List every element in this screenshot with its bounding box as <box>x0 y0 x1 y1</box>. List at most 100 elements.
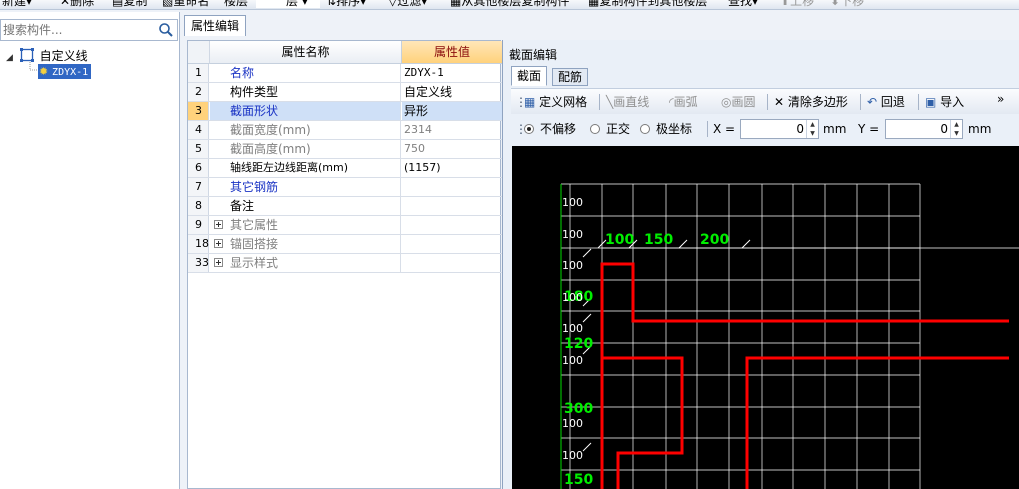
undo-button[interactable]: ↶ 回退 <box>867 94 905 110</box>
rename-icon: ▧ <box>162 0 174 8</box>
clear-x-icon: ✕ <box>774 95 785 109</box>
section-drawing-canvas[interactable]: 100 150 200 180 120 300 150 100 100 100 … <box>512 146 1019 489</box>
grid-icon: ▦ <box>524 95 536 109</box>
move-up-button[interactable]: ⬆上移 <box>780 0 814 8</box>
grid-row-section-width[interactable]: 4 截面宽度(mm) 2314 <box>188 121 502 140</box>
radio-no-offset[interactable]: 不偏移 <box>524 121 576 137</box>
new-button[interactable]: 新建▾ <box>2 0 32 8</box>
grid-row-name[interactable]: 1 名称 ZDYX-1 <box>188 64 502 83</box>
grid-row-section-height[interactable]: 5 截面高度(mm) 750 <box>188 140 502 159</box>
row-name: 其它属性 <box>230 218 279 232</box>
rename-button[interactable]: ▧重命名 <box>162 0 209 8</box>
search-box <box>0 19 178 41</box>
import-icon: ▣ <box>925 95 937 109</box>
move-down-button[interactable]: ⬇下移 <box>830 0 864 8</box>
row-value[interactable]: 自定义线 <box>402 83 502 101</box>
left-dim-label: 150 <box>564 472 593 488</box>
top-dim-label: 150 <box>644 232 673 248</box>
delete-button[interactable]: ✕删除 <box>60 0 94 8</box>
grid-row-axis-offset[interactable]: 6 轴线距左边线距离(mm) (1157) <box>188 159 502 178</box>
define-grid-label: 定义网格 <box>539 95 588 109</box>
section-outline <box>600 262 1009 489</box>
y-coordinate-input[interactable]: 0 ▲ ▼ <box>885 119 963 139</box>
filter-button-label: 过滤 <box>397 0 422 8</box>
row-number: 6 <box>188 159 209 177</box>
grid-row-section-shape-selected[interactable]: 3 截面形状 异形 <box>188 102 502 121</box>
x-coordinate-input[interactable]: 0 ▲ ▼ <box>740 119 819 139</box>
import-button[interactable]: ▣ 导入 <box>925 94 964 110</box>
expand-icon[interactable] <box>214 220 223 229</box>
row-number: 4 <box>188 121 209 139</box>
coordinate-toolbar: ⋮ 不偏移 正交 极坐标 X = 0 ▲ ▼ mm Y = 0 ▲ ▼ mm <box>511 116 1019 142</box>
tab-property-edit[interactable]: 属性编辑 <box>184 15 247 36</box>
row-value[interactable]: (1157) <box>402 159 502 177</box>
toolbar-separator <box>860 94 861 110</box>
x-label: X = <box>713 122 736 136</box>
grid-row-remark[interactable]: 8 备注 <box>188 197 502 216</box>
tick-marks <box>582 239 751 452</box>
row-value[interactable] <box>402 197 502 215</box>
grid-row-other-properties[interactable]: 9 其它属性 <box>188 216 502 235</box>
search-input[interactable] <box>3 22 153 38</box>
filter-button[interactable]: ▽过滤▾ <box>388 0 427 8</box>
draw-circle-button[interactable]: ◎画圆 <box>721 94 756 110</box>
toolbar-overflow-button[interactable]: » <box>997 91 1004 107</box>
filter-icon: ▽ <box>388 0 398 8</box>
row-name-cell: 显示样式 <box>210 254 401 272</box>
clear-polygon-button[interactable]: ✕ 清除多边形 <box>774 94 848 110</box>
radio-polar[interactable]: 极坐标 <box>640 121 692 137</box>
expand-icon[interactable] <box>214 239 223 248</box>
toolbar-separator <box>707 121 708 137</box>
top-dim-label: 200 <box>700 232 729 248</box>
row-value[interactable] <box>402 178 502 196</box>
row-value[interactable]: 异形 <box>402 102 502 120</box>
row-value <box>402 216 502 234</box>
grid-row-other-rebar[interactable]: 7 其它钢筋 <box>188 178 502 197</box>
radio-orthogonal[interactable]: 正交 <box>590 121 630 137</box>
sort-icon: ⇅ <box>326 0 337 8</box>
search-icon[interactable] <box>158 22 174 38</box>
row-name: 截面形状 <box>210 102 401 120</box>
tree-child-item-selected[interactable]: ✹ ZDYX-1 <box>38 64 92 79</box>
copy-button[interactable]: ▤复制 <box>112 0 147 8</box>
floor-select[interactable]: 层 ▾ <box>256 0 320 8</box>
property-grid: 属性名称 属性值 1 名称 ZDYX-1 2 构件类型 自定义线 3 截面形状 … <box>187 40 502 489</box>
y-spin-arrows[interactable]: ▲ ▼ <box>950 120 962 138</box>
copy-button-label: 复制 <box>123 0 148 8</box>
copy-from-floor-button[interactable]: ▦从其他楼层复制构件 <box>450 0 569 8</box>
draw-arc-button[interactable]: ◜画弧 <box>669 94 698 110</box>
tab-rebar[interactable]: 配筋 <box>552 68 589 86</box>
row-name: 显示样式 <box>230 256 279 270</box>
toolbar-separator <box>918 94 919 110</box>
floor-select-value: 层 <box>286 0 299 8</box>
row-value[interactable]: ZDYX-1 <box>402 64 502 82</box>
grid-label: 100 <box>562 291 583 304</box>
find-button[interactable]: 查找▾ <box>728 0 758 8</box>
undo-icon: ↶ <box>867 95 878 109</box>
row-name: 名称 <box>210 64 401 82</box>
x-spin-arrows[interactable]: ▲ ▼ <box>806 120 818 138</box>
grid-row-component-type[interactable]: 2 构件类型 自定义线 <box>188 83 502 102</box>
row-name: 构件类型 <box>210 83 401 101</box>
collapse-icon[interactable]: ◢ <box>6 53 13 63</box>
row-number: 1 <box>188 64 209 82</box>
rename-button-label: 重命名 <box>173 0 210 8</box>
row-number: 33 <box>188 254 209 272</box>
row-number: 8 <box>188 197 209 215</box>
draw-line-button[interactable]: ╲画直线 <box>606 94 649 110</box>
expand-icon[interactable] <box>214 258 223 267</box>
row-value: 750 <box>404 142 425 155</box>
grid-row-anchorage-lap[interactable]: 18 锚固搭接 <box>188 235 502 254</box>
polar-label: 极坐标 <box>656 122 693 136</box>
grid-header-value: 属性值 <box>402 41 502 64</box>
custom-line-icon <box>19 48 34 62</box>
grid-label: 100 <box>562 259 583 272</box>
tab-section[interactable]: 截面 <box>511 66 548 86</box>
copy-to-floor-button[interactable]: ▦复制构件到其他楼层 <box>588 0 707 8</box>
grid-row-display-style[interactable]: 33 显示样式 <box>188 254 502 273</box>
component-list-panel <box>0 12 180 489</box>
sort-button[interactable]: ⇅排序▾ <box>326 0 366 8</box>
move-down-label: 下移 <box>840 0 865 8</box>
radio-icon <box>640 124 650 134</box>
define-grid-button[interactable]: ▦ 定义网格 <box>524 94 587 110</box>
